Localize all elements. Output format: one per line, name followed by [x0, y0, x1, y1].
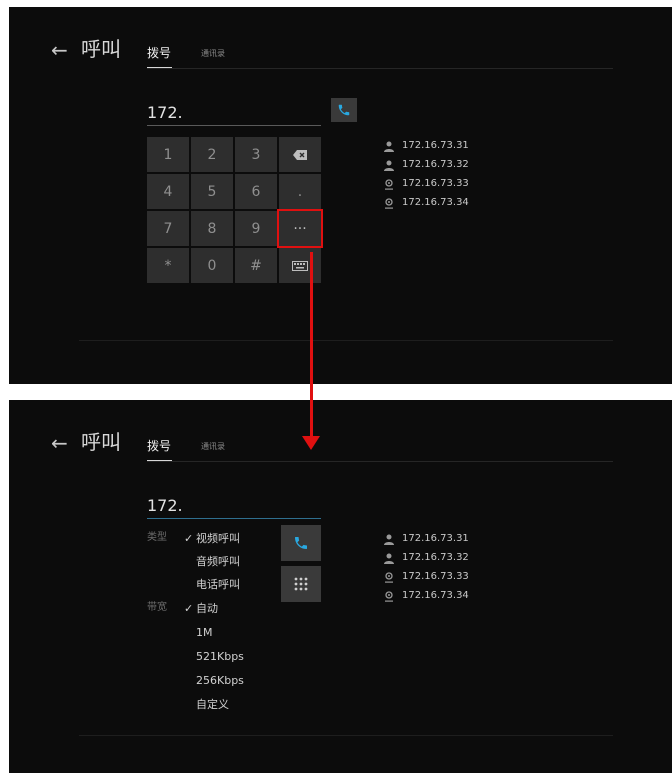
person-icon — [384, 534, 394, 545]
location-pin-icon — [385, 179, 393, 190]
call-options-screen: ← 呼叫 拨号 通讯录 172. 类型 ✓ 视频呼叫 音频呼叫 电话呼叫 带宽 … — [9, 400, 672, 773]
contact-address: 172.16.73.31 — [402, 533, 469, 544]
key-4[interactable]: 4 — [147, 174, 189, 209]
key-keyboard[interactable] — [279, 248, 321, 283]
option-video-call[interactable]: 视频呼叫 — [196, 532, 240, 546]
dial-input[interactable]: 172. — [147, 496, 321, 516]
contact-item[interactable]: 172.16.73.32 — [384, 550, 524, 568]
key-hash[interactable]: # — [235, 248, 277, 283]
option-bandwidth-256k[interactable]: 256Kbps — [196, 674, 244, 688]
key-star[interactable]: * — [147, 248, 189, 283]
annotation-arrow-head-icon — [302, 436, 320, 450]
key-3[interactable]: 3 — [235, 137, 277, 172]
contact-item[interactable]: 172.16.73.34 — [384, 588, 524, 606]
key-1[interactable]: 1 — [147, 137, 189, 172]
key-7[interactable]: 7 — [147, 211, 189, 246]
option-bandwidth-auto[interactable]: 自动 — [196, 602, 218, 616]
checkmark-icon: ✓ — [184, 602, 194, 615]
key-6[interactable]: 6 — [235, 174, 277, 209]
contact-address: 172.16.73.32 — [402, 552, 469, 563]
phone-icon — [338, 104, 350, 116]
page-title: 呼叫 — [81, 430, 121, 454]
keypad: 1 2 3 4 5 6 . 7 8 9 ··· * 0 # — [147, 137, 323, 285]
option-bandwidth-521k[interactable]: 521Kbps — [196, 650, 244, 664]
backspace-icon — [293, 149, 307, 160]
contact-item[interactable]: 172.16.73.33 — [384, 569, 524, 587]
keypad-toggle-button[interactable] — [281, 566, 321, 602]
tab-dial[interactable]: 拨号 — [147, 46, 171, 60]
contact-address: 172.16.73.33 — [402, 178, 469, 189]
tab-contacts[interactable]: 通讯录 — [201, 442, 225, 452]
call-type-label: 类型 — [147, 532, 167, 543]
key-5[interactable]: 5 — [191, 174, 233, 209]
dialpad-icon — [294, 577, 308, 591]
contact-item[interactable]: 172.16.73.31 — [384, 531, 524, 549]
footer-divider — [79, 340, 613, 341]
back-arrow-icon[interactable]: ← — [51, 433, 68, 453]
header-divider — [147, 68, 613, 69]
dialer-screen: ← 呼叫 拨号 通讯录 172. 1 2 3 4 5 6 . 7 8 9 ···… — [9, 7, 672, 384]
bandwidth-label: 带宽 — [147, 602, 167, 613]
key-8[interactable]: 8 — [191, 211, 233, 246]
call-button[interactable] — [281, 525, 321, 561]
location-pin-icon — [385, 572, 393, 583]
key-9[interactable]: 9 — [235, 211, 277, 246]
phone-icon — [295, 537, 307, 549]
key-0[interactable]: 0 — [191, 248, 233, 283]
contact-address: 172.16.73.32 — [402, 159, 469, 170]
keyboard-icon — [292, 260, 308, 271]
call-button[interactable] — [331, 98, 357, 122]
annotation-arrow-line — [310, 252, 313, 438]
option-bandwidth-1m[interactable]: 1M — [196, 626, 213, 640]
dial-input[interactable]: 172. — [147, 103, 321, 123]
person-icon — [384, 160, 394, 171]
location-pin-icon — [385, 591, 393, 602]
option-bandwidth-custom[interactable]: 自定义 — [196, 698, 229, 712]
person-icon — [384, 141, 394, 152]
key-2[interactable]: 2 — [191, 137, 233, 172]
option-audio-call[interactable]: 音频呼叫 — [196, 555, 240, 569]
contact-address: 172.16.73.34 — [402, 197, 469, 208]
contact-item[interactable]: 172.16.73.31 — [384, 138, 524, 156]
contact-address: 172.16.73.33 — [402, 571, 469, 582]
contact-item[interactable]: 172.16.73.33 — [384, 176, 524, 194]
page-title: 呼叫 — [81, 37, 121, 61]
tab-dial[interactable]: 拨号 — [147, 439, 171, 453]
key-dot[interactable]: . — [279, 174, 321, 209]
contact-item[interactable]: 172.16.73.34 — [384, 195, 524, 213]
person-icon — [384, 553, 394, 564]
footer-divider — [79, 735, 613, 736]
input-underline — [147, 125, 321, 126]
key-backspace[interactable] — [279, 137, 321, 172]
location-pin-icon — [385, 198, 393, 209]
contact-item[interactable]: 172.16.73.32 — [384, 157, 524, 175]
tab-contacts[interactable]: 通讯录 — [201, 49, 225, 59]
input-underline-focused — [147, 518, 321, 519]
header-divider — [147, 461, 613, 462]
checkmark-icon: ✓ — [184, 532, 194, 545]
option-phone-call[interactable]: 电话呼叫 — [196, 578, 240, 592]
contact-address: 172.16.73.31 — [402, 140, 469, 151]
contact-address: 172.16.73.34 — [402, 590, 469, 601]
back-arrow-icon[interactable]: ← — [51, 40, 68, 60]
more-options-button[interactable]: ··· — [277, 209, 323, 248]
